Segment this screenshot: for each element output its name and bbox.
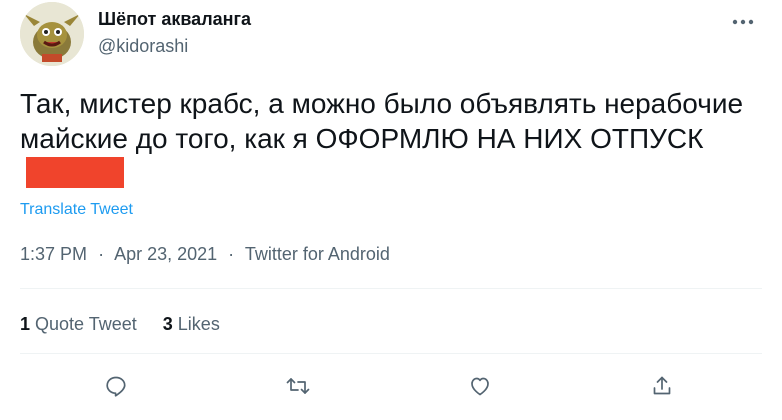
- avatar[interactable]: [20, 2, 84, 66]
- like-button[interactable]: [460, 366, 500, 406]
- likes-stat[interactable]: 3 Likes: [163, 314, 220, 335]
- like-count: 3: [162, 314, 173, 334]
- retweet-button[interactable]: [278, 366, 318, 406]
- tweet-time[interactable]: 1:37 PM: [20, 244, 87, 264]
- tweet-text-block: Так, мистер крабс, а можно было объявлят…: [20, 86, 760, 191]
- divider: [20, 288, 762, 289]
- tweet-actions: [20, 366, 762, 406]
- divider: [20, 353, 762, 354]
- heart-icon: [471, 377, 489, 396]
- translate-tweet-link[interactable]: Translate Tweet: [20, 201, 133, 219]
- tweet-date[interactable]: Apr 23, 2021: [114, 244, 217, 264]
- author-handle[interactable]: @kidorashi: [98, 36, 188, 57]
- meta-separator: ·: [98, 244, 105, 264]
- author-display-name[interactable]: Шёпот акваланга: [98, 9, 251, 30]
- share-icon: [653, 376, 671, 395]
- meta-separator: ·: [228, 244, 235, 264]
- goblin-avatar-icon: [20, 2, 84, 66]
- tweet-meta: 1:37 PM · Apr 23, 2021 · Twitter for And…: [20, 244, 390, 265]
- redaction-box: [26, 157, 124, 188]
- quote-count: 1: [20, 314, 31, 334]
- tweet-stats: 1 Quote Tweet 3 Likes: [20, 314, 220, 335]
- more-options-button[interactable]: [725, 10, 761, 34]
- retweet-icon: [286, 378, 310, 394]
- reply-icon: [106, 376, 126, 397]
- reply-button[interactable]: [96, 366, 136, 406]
- like-label: Likes: [177, 314, 220, 334]
- tweet-card: Шёпот акваланга @kidorashi Так, мистер к…: [0, 0, 782, 420]
- more-icon: [732, 19, 754, 25]
- tweet-text: Так, мистер крабс, а можно было объявлят…: [20, 88, 744, 154]
- quote-tweets-stat[interactable]: 1 Quote Tweet: [20, 314, 137, 335]
- share-button[interactable]: [642, 366, 682, 406]
- tweet-source[interactable]: Twitter for Android: [245, 244, 390, 264]
- quote-label: Quote Tweet: [35, 314, 137, 334]
